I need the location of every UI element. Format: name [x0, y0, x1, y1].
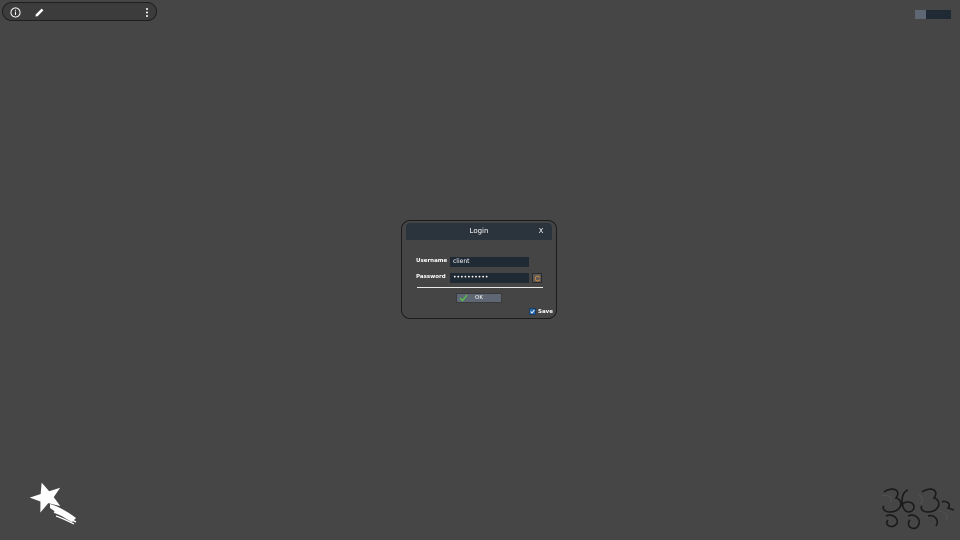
indicator-segment-light: [915, 10, 926, 19]
login-dialog: Login X Username Password •••••••••• OK: [401, 220, 557, 319]
password-input[interactable]: ••••••••••: [450, 273, 529, 283]
ok-button[interactable]: OK: [456, 293, 502, 303]
star-logo-icon: [29, 482, 77, 525]
window-indicator[interactable]: [915, 10, 951, 19]
dialog-header: Login X: [406, 223, 552, 240]
save-checkbox-box[interactable]: [529, 308, 536, 315]
divider: [417, 287, 543, 288]
save-checkbox[interactable]: Save: [529, 307, 553, 316]
refresh-icon: [534, 275, 540, 281]
indicator-segment-dark: [926, 10, 951, 19]
top-toolbar: [2, 2, 157, 21]
show-password-button[interactable]: [532, 273, 542, 283]
more-button[interactable]: [138, 3, 156, 21]
info-icon: [9, 6, 21, 18]
more-vertical-icon: [146, 7, 148, 17]
edit-button[interactable]: [30, 3, 48, 21]
info-button[interactable]: [6, 3, 24, 21]
desktop-background: Login X Username Password •••••••••• OK: [0, 0, 960, 540]
checkmark-icon: [530, 309, 535, 314]
dialog-title: Login: [469, 227, 489, 235]
username-label: Username: [416, 258, 448, 264]
ok-button-label: OK: [475, 295, 483, 301]
username-input[interactable]: [450, 257, 529, 267]
password-label: Password: [416, 274, 446, 280]
pencil-icon: [35, 8, 43, 16]
save-label: Save: [538, 308, 553, 315]
close-button[interactable]: X: [536, 226, 546, 237]
graffiti-logo-icon: [881, 488, 955, 530]
